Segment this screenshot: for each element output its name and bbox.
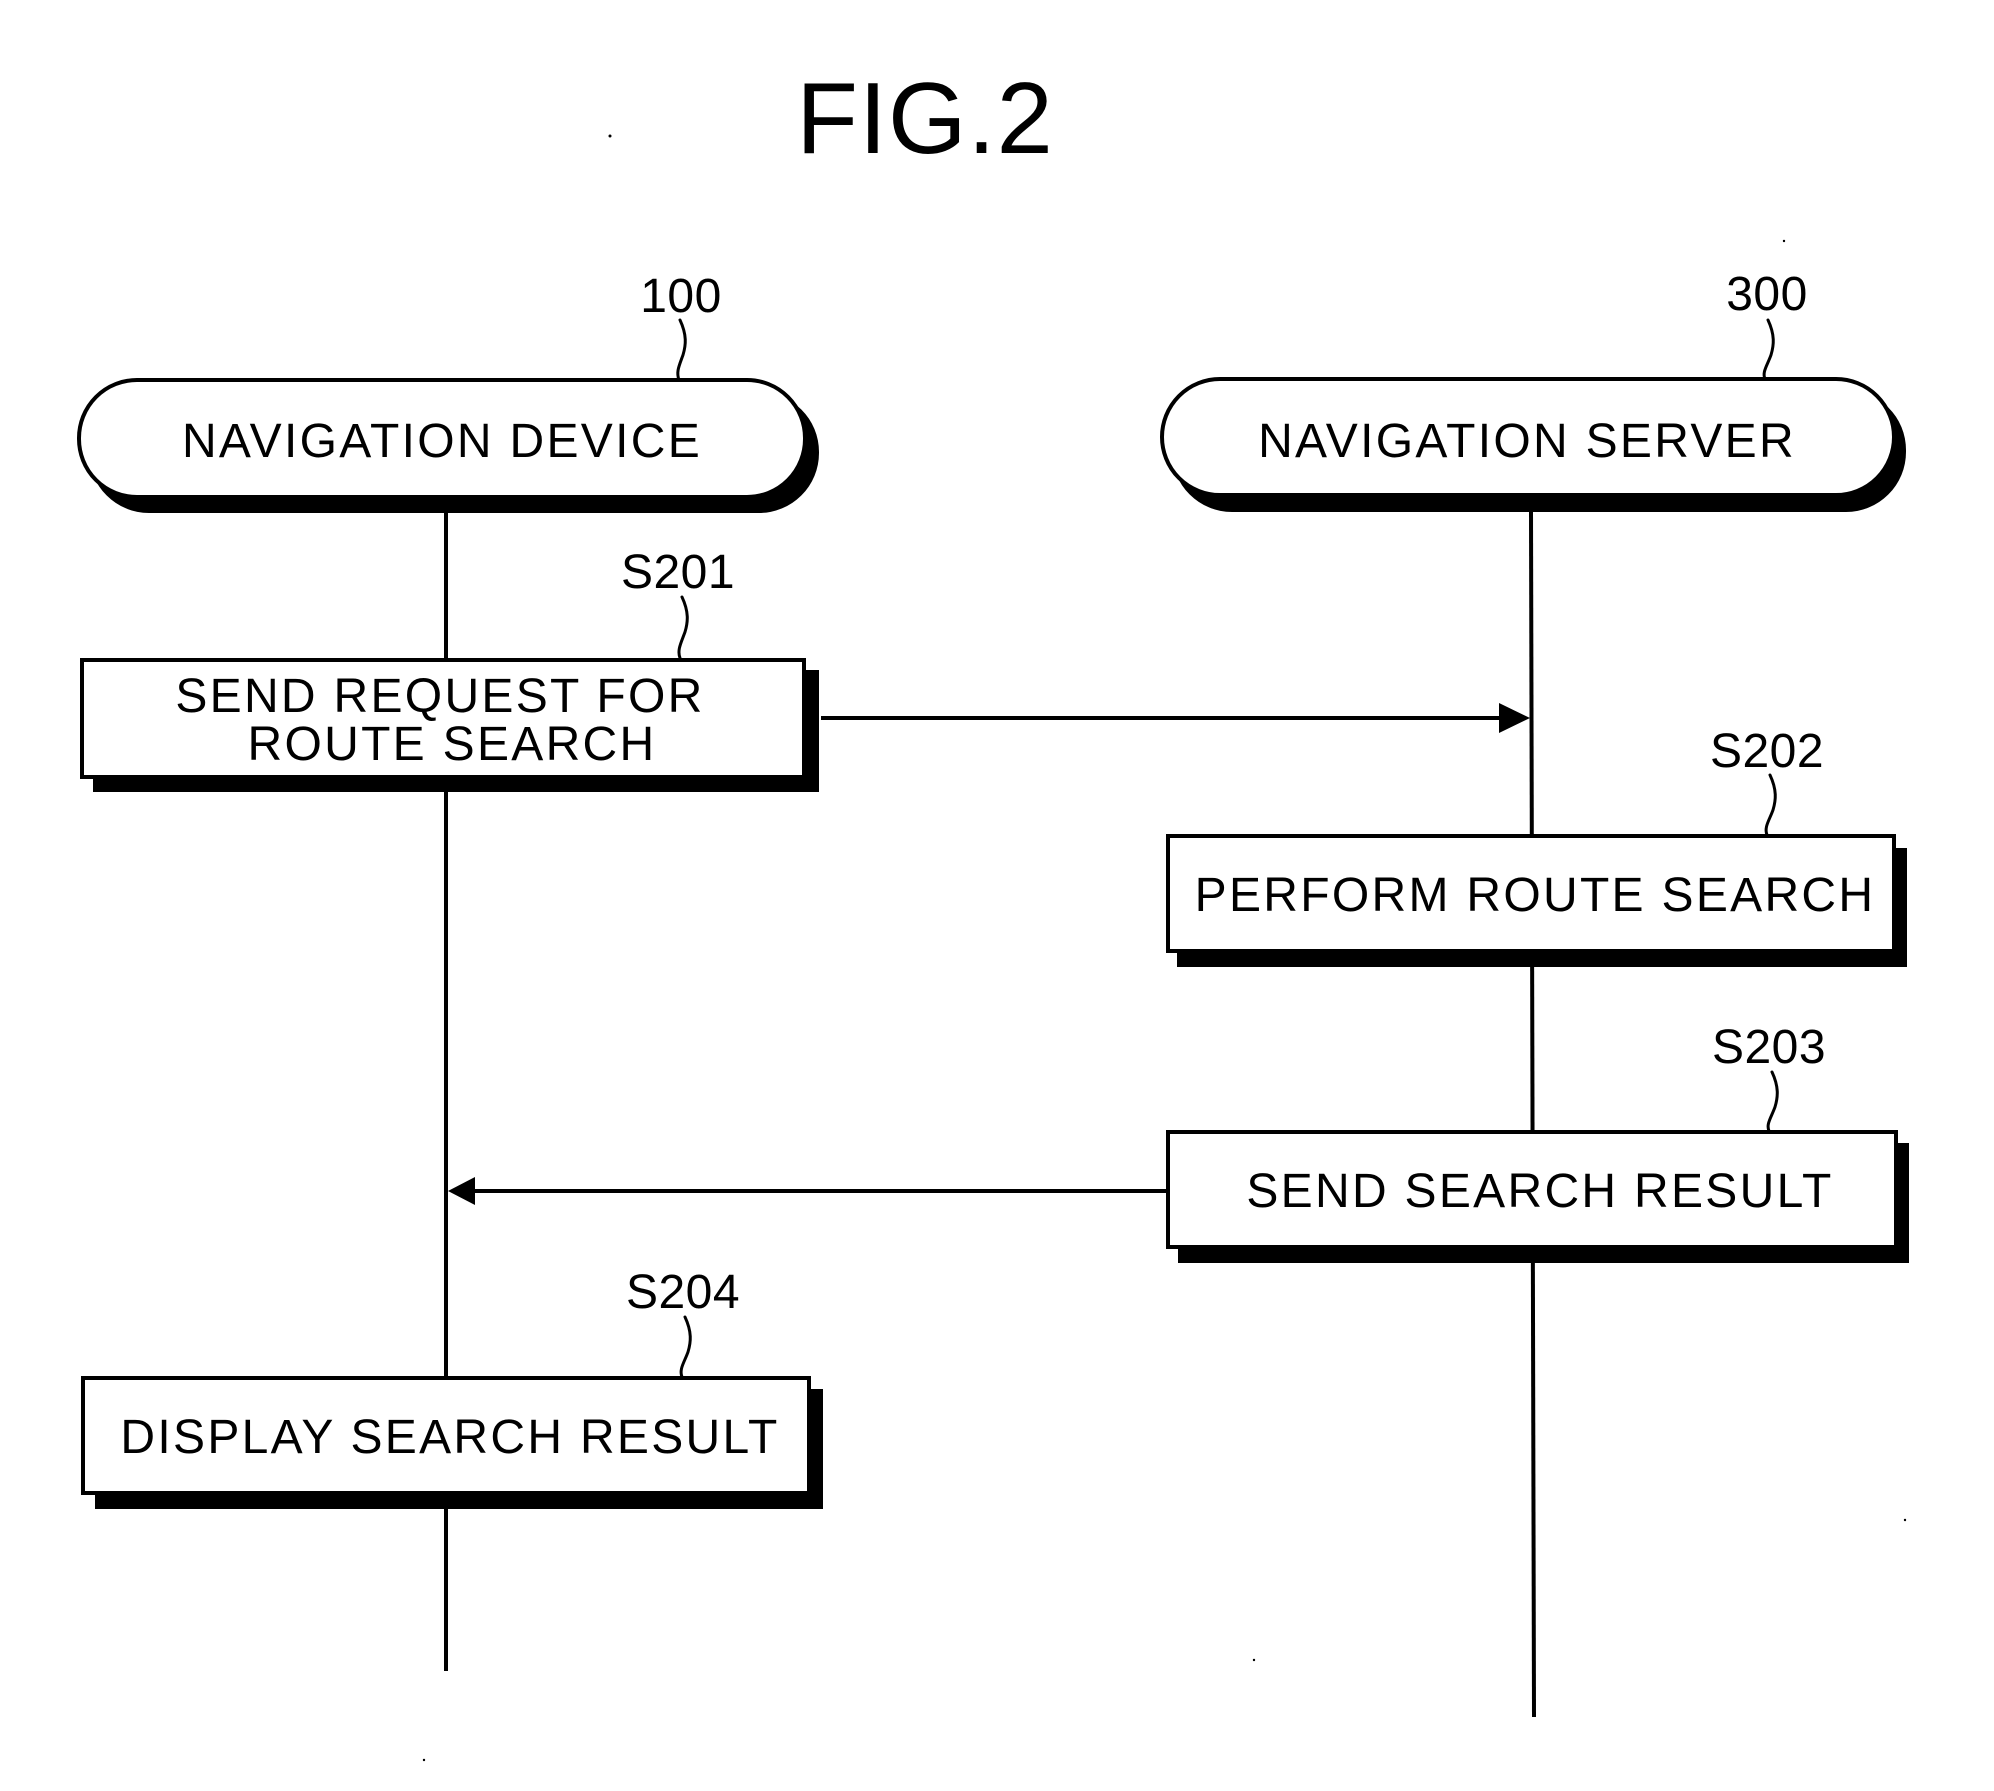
step-s201: SEND REQUEST FOR ROUTE SEARCH — [80, 658, 819, 792]
scan-speck — [1782, 239, 1786, 243]
ref-label-s204: S204 — [626, 1266, 740, 1319]
ref-label-s203: S203 — [1712, 1021, 1826, 1074]
arrowhead-left-icon — [448, 1177, 475, 1205]
message-route-request — [821, 703, 1530, 733]
ref-leader-300 — [1762, 318, 1775, 381]
lifeline-navigation-server — [1529, 510, 1536, 1718]
ref-leader-100 — [676, 318, 687, 382]
figure-title: FIG.2 — [796, 63, 1054, 175]
actor-label: NAVIGATION DEVICE — [182, 415, 702, 468]
scan-speck — [608, 134, 612, 138]
step-s203: SEND SEARCH RESULT — [1166, 1130, 1909, 1263]
ref-leader-s201 — [677, 595, 689, 660]
step-s202: PERFORM ROUTE SEARCH — [1166, 834, 1907, 967]
ref-leader-s204 — [679, 1315, 692, 1379]
actor-label: NAVIGATION SERVER — [1258, 415, 1796, 468]
ref-label-s202: S202 — [1710, 725, 1824, 778]
step-text-line-1: SEND REQUEST FOR — [175, 670, 704, 723]
ref-leader-s203 — [1766, 1070, 1779, 1133]
step-text-line-1: DISPLAY SEARCH RESULT — [120, 1411, 779, 1464]
ref-leader-s202 — [1764, 773, 1777, 837]
actor-navigation-server: NAVIGATION SERVER — [1160, 377, 1906, 512]
scan-speck — [422, 1758, 426, 1762]
step-s204: DISPLAY SEARCH RESULT — [81, 1376, 823, 1509]
scan-speck — [1252, 1658, 1256, 1662]
actor-navigation-device: NAVIGATION DEVICE — [77, 378, 819, 513]
ref-label-s201: S201 — [621, 546, 735, 599]
step-text-line-1: PERFORM ROUTE SEARCH — [1195, 869, 1876, 922]
scan-speck — [1903, 1518, 1907, 1522]
sequence-diagram: FIG.2 NAVIGATION DEVICE 100 NAVIGATION S… — [77, 63, 1909, 1762]
message-search-result — [448, 1177, 1168, 1205]
arrowhead-right-icon — [1499, 703, 1530, 733]
ref-label-100: 100 — [640, 270, 722, 323]
ref-label-300: 300 — [1726, 268, 1808, 321]
step-text-line-1: SEND SEARCH RESULT — [1246, 1165, 1833, 1218]
step-text-line-2: ROUTE SEARCH — [248, 718, 657, 771]
